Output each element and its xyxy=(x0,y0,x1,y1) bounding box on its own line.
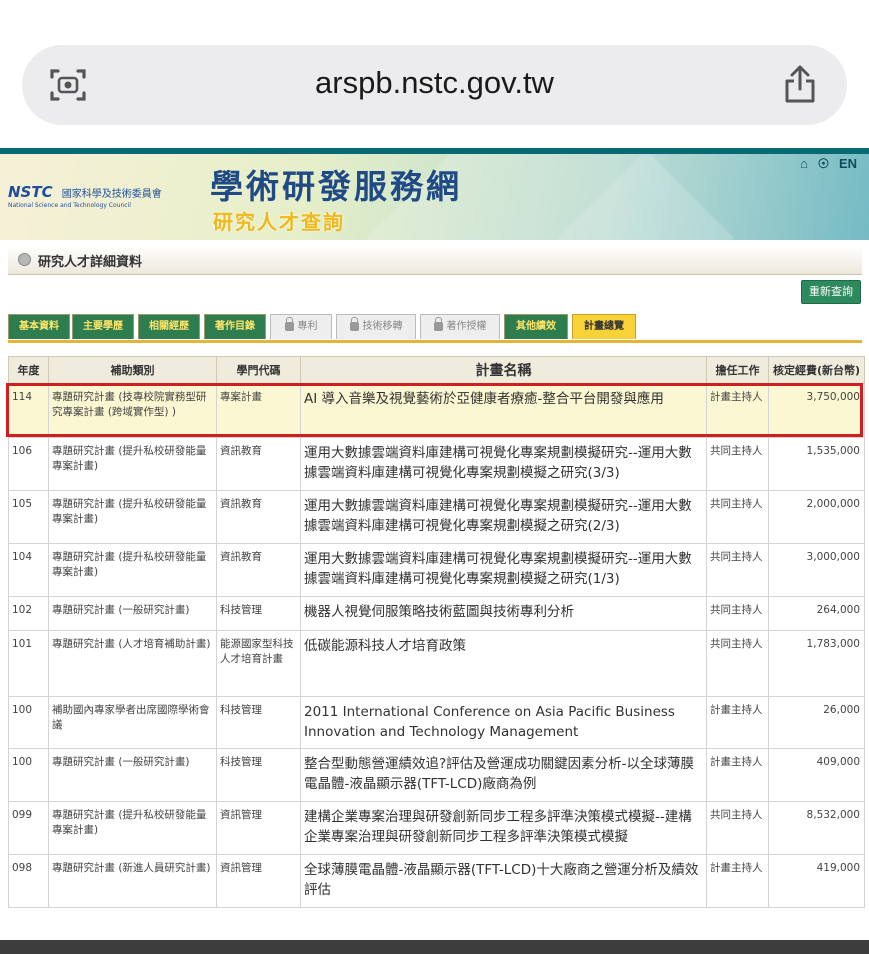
col-name: 計畫名稱 xyxy=(300,356,707,384)
project-name[interactable]: 機器人視覺伺服策略技術藍圖與技術專利分析 xyxy=(300,596,707,631)
col-type: 補助類別 xyxy=(48,356,217,384)
project-name[interactable]: 低碳能源科技人才培育政策 xyxy=(300,630,707,697)
table-row[interactable]: 114 專題研究計畫 (技專校院實務型研究專案計畫 (跨域實作型) ) 專案計畫… xyxy=(8,383,865,438)
project-name[interactable]: 2011 International Conference on Asia Pa… xyxy=(300,696,707,749)
tab-publications[interactable]: 著作目錄 xyxy=(204,314,266,339)
table-row[interactable]: 101 專題研究計畫 (人才培育補助計畫) 能源國家型科技人才培育計畫 低碳能源… xyxy=(8,630,865,697)
tab-other[interactable]: 其他績效 xyxy=(504,314,568,339)
table-row[interactable]: 098 專題研究計畫 (新進人員研究計畫) 資訊管理 全球薄膜電晶體-液晶顯示器… xyxy=(8,854,865,908)
share-icon[interactable] xyxy=(783,63,817,105)
col-code: 學門代碼 xyxy=(216,356,301,384)
url-text[interactable]: arspb.nstc.gov.tw xyxy=(22,65,847,101)
tab-copyright: 著作授權 xyxy=(420,314,500,339)
col-year: 年度 xyxy=(8,356,49,384)
project-name[interactable]: 整合型動態營運績效追?評估及營運成功關鍵因素分析-以全球薄膜電晶體-液晶顯示器(… xyxy=(300,748,707,802)
project-name[interactable]: 建構企業專案治理與研發創新同步工程多評準決策模式模擬--建構企業專案治理與研發創… xyxy=(300,801,707,855)
col-role: 擔任工作 xyxy=(706,356,769,384)
tab-education[interactable]: 主要學歷 xyxy=(72,314,134,339)
top-icons: ⌂ ☉ EN xyxy=(794,156,857,172)
tab-tech-transfer: 技術移轉 xyxy=(336,314,416,339)
bottom-bar xyxy=(0,940,869,954)
table-row[interactable]: 106 專題研究計畫 (提升私校研發能量專案計畫) 資訊教育 運用大數據雲端資料… xyxy=(8,437,865,491)
table-row[interactable]: 100 專題研究計畫 (一般研究計畫) 科技管理 整合型動態營運績效追?評估及營… xyxy=(8,748,865,802)
table-row[interactable]: 102 專題研究計畫 (一般研究計畫) 科技管理 機器人視覺伺服策略技術藍圖與技… xyxy=(8,596,865,631)
site-title: 學術研發服務網 xyxy=(210,167,462,206)
table-row[interactable]: 105 專題研究計畫 (提升私校研發能量專案計畫) 資訊教育 運用大數據雲端資料… xyxy=(8,490,865,544)
requery-button[interactable]: 重新查詢 xyxy=(801,280,861,304)
lang-link[interactable]: EN xyxy=(839,156,857,171)
project-name[interactable]: AI 導入音樂及視覺藝術於亞健康者療癒-整合平台開發與應用 xyxy=(300,383,707,438)
projects-table: 年度 補助類別 學門代碼 計畫名稱 擔任工作 核定經費(新台幣) 114 專題研… xyxy=(8,356,865,908)
tab-patents: 專利 xyxy=(270,314,332,339)
tab-bar: 基本資料 主要學歷 相關經歷 著作目錄 專利 技術移轉 著作授權 其他績效 計畫… xyxy=(8,314,862,343)
lock-icon xyxy=(284,316,294,331)
address-bar[interactable]: arspb.nstc.gov.tw xyxy=(22,45,847,125)
table-row[interactable]: 099 專題研究計畫 (提升私校研發能量專案計畫) 資訊管理 建構企業專案治理與… xyxy=(8,801,865,855)
table-row[interactable]: 100 補助國內專家學者出席國際學術會議 科技管理 2011 Internati… xyxy=(8,696,865,749)
site-banner: NSTC 國家科學及技術委員會 National Science and Tec… xyxy=(0,148,869,240)
table-header: 年度 補助類別 學門代碼 計畫名稱 擔任工作 核定經費(新台幣) xyxy=(8,356,865,384)
project-name[interactable]: 全球薄膜電晶體-液晶顯示器(TFT-LCD)十大廠商之營運分析及績效評估 xyxy=(300,854,707,908)
section-title: 研究人才詳細資料 xyxy=(38,255,143,270)
section-header: 研究人才詳細資料 xyxy=(8,246,862,275)
site-subtitle: 研究人才查詢 xyxy=(213,210,345,234)
project-name[interactable]: 運用大數據雲端資料庫建構可視覺化專案規劃模擬研究--運用大數據雲端資料庫建構可視… xyxy=(300,490,707,544)
bullet-icon xyxy=(18,253,31,266)
col-fee: 核定經費(新台幣) xyxy=(768,356,865,384)
tab-experience[interactable]: 相關經歷 xyxy=(138,314,200,339)
project-name[interactable]: 運用大數據雲端資料庫建構可視覺化專案規劃模擬研究--運用大數據雲端資料庫建構可視… xyxy=(300,437,707,491)
home-icon[interactable]: ⌂ xyxy=(800,156,808,171)
lock-icon xyxy=(349,316,359,331)
lock-icon xyxy=(433,316,443,331)
user-icon[interactable]: ☉ xyxy=(818,156,830,171)
nstc-logo[interactable]: NSTC 國家科學及技術委員會 National Science and Tec… xyxy=(8,182,162,209)
table-row[interactable]: 104 專題研究計畫 (提升私校研發能量專案計畫) 資訊教育 運用大數據雲端資料… xyxy=(8,543,865,597)
tab-projects[interactable]: 計畫總覽 xyxy=(572,314,636,339)
project-name[interactable]: 運用大數據雲端資料庫建構可視覺化專案規劃模擬研究--運用大數據雲端資料庫建構可視… xyxy=(300,543,707,597)
tab-basic[interactable]: 基本資料 xyxy=(8,314,70,339)
